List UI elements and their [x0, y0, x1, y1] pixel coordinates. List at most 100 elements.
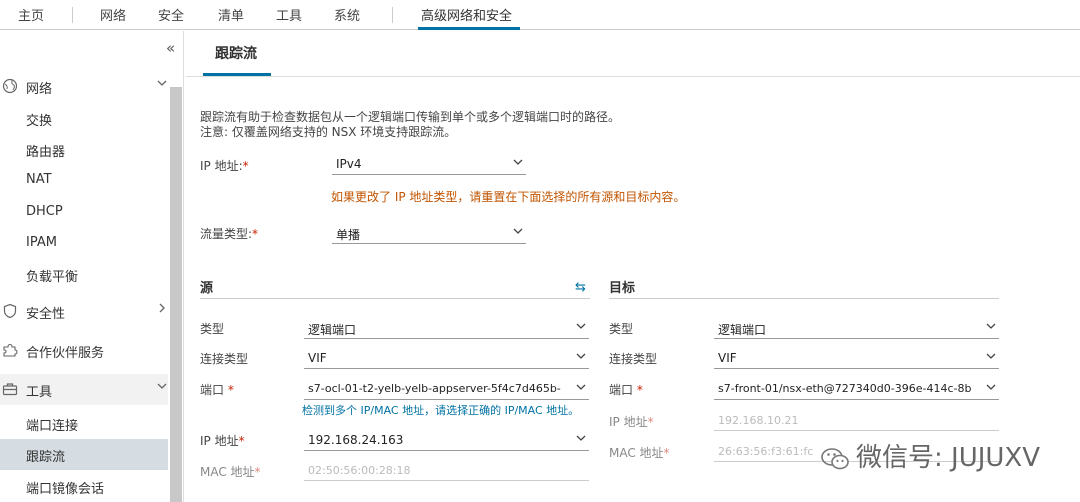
ip-type-value: IPv4	[336, 157, 362, 171]
divider	[186, 76, 1080, 77]
sidebar-scrollbar[interactable]	[170, 87, 182, 502]
target-connection-type-label: 连接类型	[609, 352, 658, 366]
source-port-select[interactable]: s7-ocl-01-t2-yelb-yelb-appserver-5f4c7d4…	[304, 378, 589, 400]
sidebar-item-partner-services[interactable]: 合作伙伴服务	[0, 335, 168, 366]
sidebar-item-label: 路由器	[26, 145, 66, 160]
source-connection-type-value: VIF	[308, 351, 327, 365]
ip-type-select[interactable]: IPv4	[332, 153, 526, 175]
puzzle-icon	[2, 342, 18, 358]
sidebar-item-label: 端口镜像会话	[26, 482, 105, 497]
sidebar-item-ipam[interactable]: IPAM	[0, 228, 168, 259]
sidebar-item-port-connection[interactable]: 端口连接	[0, 408, 168, 439]
tab-network[interactable]: 网络	[100, 5, 126, 24]
target-type-select[interactable]: 逻辑端口	[714, 317, 999, 339]
sidebar-item-label: 合作伙伴服务	[26, 346, 105, 361]
target-mac-value: 26:63:56:f3:61:fc	[718, 445, 814, 458]
target-mac-label: MAC 地址*	[609, 446, 670, 460]
source-connection-type-select[interactable]: VIF	[304, 347, 589, 369]
chevron-down-icon	[985, 320, 997, 335]
tab-separator	[392, 7, 393, 23]
source-mac-value: 02:50:56:00:28:18	[308, 464, 411, 477]
source-ip-value: 192.168.24.163	[308, 433, 404, 447]
target-type-value: 逻辑端口	[718, 323, 767, 337]
sidebar-item-label: 安全性	[26, 307, 66, 322]
source-port-label: 端口 *	[200, 383, 234, 397]
sidebar-item-nat[interactable]: NAT	[0, 165, 168, 196]
chevron-down-icon	[156, 380, 168, 395]
tab-traceflow[interactable]: 跟踪流	[215, 43, 257, 63]
chevron-down-icon	[983, 381, 997, 396]
chevron-down-icon	[985, 350, 997, 365]
sidebar-item-network[interactable]: 网络	[0, 71, 168, 102]
chevron-down-icon	[575, 320, 587, 335]
source-mac-field: 02:50:56:00:28:18	[304, 459, 589, 481]
watermark-text: 微信号: JUJUXV	[856, 443, 1041, 473]
sidebar-item-label: 端口连接	[26, 419, 79, 434]
target-section-title: 目标	[609, 281, 636, 296]
sidebar-item-label: 负载平衡	[26, 270, 79, 285]
ip-type-label: IP 地址:*	[200, 159, 249, 173]
target-ip-field: 192.168.10.21	[714, 409, 999, 431]
target-port-label: 端口 *	[609, 383, 643, 397]
source-ip-select[interactable]: 192.168.24.163	[304, 429, 589, 451]
tab-advanced-network-security[interactable]: 高级网络和安全	[421, 5, 512, 24]
target-connection-type-value: VIF	[718, 351, 737, 365]
divider	[200, 298, 590, 299]
sidebar-item-tools[interactable]: 工具	[0, 374, 168, 405]
sidebar-item-label: 工具	[26, 385, 53, 400]
flow-type-value: 单播	[336, 228, 361, 242]
wechat-icon	[820, 446, 850, 472]
sidebar-item-switching[interactable]: 交换	[0, 103, 168, 134]
sidebar-item-label: IPAM	[26, 235, 57, 250]
chevron-right-icon	[156, 302, 168, 317]
description-line: 跟踪流有助于检查数据包从一个逻辑端口传输到单个或多个逻辑端口时的路径。	[200, 110, 621, 124]
target-port-select[interactable]: s7-front-01/nsx-eth@727340d0-396e-414c-8…	[714, 378, 999, 400]
source-port-value: s7-ocl-01-t2-yelb-yelb-appserver-5f4c7d4…	[308, 382, 561, 395]
sidebar-item-security[interactable]: 安全性	[0, 296, 168, 327]
sidebar-item-label: DHCP	[26, 204, 63, 219]
chevron-down-icon	[575, 432, 587, 447]
chevron-down-icon	[575, 350, 587, 365]
sidebar-item-label: 跟踪流	[26, 450, 66, 465]
toolbox-icon	[2, 381, 18, 397]
tab-inventory[interactable]: 清单	[218, 5, 244, 24]
sidebar: « 网络 交换 路由器 NAT DHCP IPAM 负载平衡 安全性 合作伙伴服…	[0, 31, 184, 502]
tab-separator	[72, 7, 73, 23]
chevron-down-icon	[512, 225, 524, 240]
ip-type-warning: 如果更改了 IP 地址类型，请重置在下面选择的所有源和目标内容。	[331, 190, 686, 204]
globe-icon	[2, 78, 18, 94]
sidebar-item-traceflow[interactable]: 跟踪流	[0, 439, 168, 470]
wechat-watermark: 微信号: JUJUXV	[820, 437, 1040, 474]
source-type-select[interactable]: 逻辑端口	[304, 317, 589, 339]
main-content: 跟踪流 跟踪流有助于检查数据包从一个逻辑端口传输到单个或多个逻辑端口时的路径。 …	[186, 31, 1080, 502]
active-tab-indicator	[418, 27, 520, 30]
source-type-value: 逻辑端口	[308, 323, 357, 337]
target-port-value: s7-front-01/nsx-eth@727340d0-396e-414c-8…	[718, 382, 972, 395]
sidebar-item-port-mirroring[interactable]: 端口镜像会话	[0, 471, 168, 502]
target-connection-type-select[interactable]: VIF	[714, 347, 999, 369]
tab-system[interactable]: 系统	[334, 5, 360, 24]
shield-icon	[2, 303, 18, 319]
chevron-down-icon	[512, 156, 524, 171]
sidebar-item-label: 交换	[26, 114, 53, 129]
swap-icon[interactable]: ⇆	[575, 280, 586, 295]
collapse-sidebar-icon[interactable]: «	[166, 39, 175, 57]
source-connection-type-label: 连接类型	[200, 352, 249, 366]
source-section-title: 源	[200, 281, 214, 296]
flow-type-label: 流量类型:*	[200, 227, 259, 241]
source-mac-label: MAC 地址*	[200, 465, 261, 479]
source-ip-label: IP 地址*	[200, 434, 245, 448]
description-note: 注意: 仅覆盖网络支持的 NSX 环境支持跟踪流。	[200, 125, 457, 139]
sidebar-item-load-balancing[interactable]: 负载平衡	[0, 259, 168, 290]
sidebar-item-routers[interactable]: 路由器	[0, 134, 168, 165]
flow-type-select[interactable]: 单播	[332, 222, 526, 244]
tab-home[interactable]: 主页	[18, 5, 44, 24]
target-ip-value: 192.168.10.21	[718, 414, 799, 427]
tab-security[interactable]: 安全	[158, 5, 184, 24]
sidebar-item-label: 网络	[26, 82, 53, 97]
chevron-down-icon	[573, 381, 587, 396]
tab-tools[interactable]: 工具	[276, 5, 302, 24]
divider	[609, 298, 999, 299]
sidebar-item-dhcp[interactable]: DHCP	[0, 197, 168, 228]
target-type-label: 类型	[609, 322, 634, 336]
